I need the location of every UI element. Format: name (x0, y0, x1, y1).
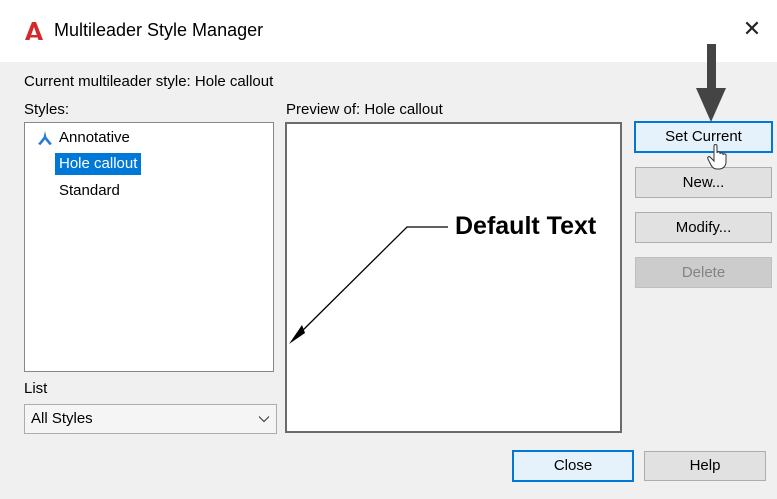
arrow-down-icon (696, 44, 726, 122)
new-button[interactable]: New... (635, 167, 772, 198)
style-item-standard[interactable]: Standard (55, 180, 124, 202)
autocad-a-icon (25, 22, 43, 40)
style-item-hole-callout[interactable]: Hole callout (55, 153, 142, 175)
list-filter-label: List (24, 380, 48, 397)
close-icon[interactable]: ✕ (737, 14, 767, 44)
current-style-label: Current multileader style: Hole callout (24, 73, 274, 90)
pointer-cursor-icon (707, 144, 727, 170)
preview-sample-text: Default Text (455, 212, 597, 240)
title-bar: Multileader Style Manager ✕ (0, 0, 777, 62)
help-button[interactable]: Help (644, 451, 766, 481)
window-title: Multileader Style Manager (54, 20, 264, 40)
styles-label: Styles: (24, 101, 70, 118)
list-filter-dropdown[interactable]: All Styles (24, 404, 277, 434)
set-current-button[interactable]: Set Current (634, 121, 773, 153)
chevron-down-icon (258, 416, 270, 423)
close-button[interactable]: Close (512, 450, 634, 482)
style-item-annotative[interactable]: Annotative (55, 127, 134, 149)
leader-line-icon (289, 226, 448, 344)
styles-list[interactable]: Annotative Hole callout Standard (24, 122, 274, 372)
preview-label: Preview of: Hole callout (286, 101, 443, 118)
list-filter-value: All Styles (31, 410, 93, 427)
modify-button[interactable]: Modify... (635, 212, 772, 243)
delete-button: Delete (635, 257, 772, 288)
annotative-icon (38, 131, 52, 145)
